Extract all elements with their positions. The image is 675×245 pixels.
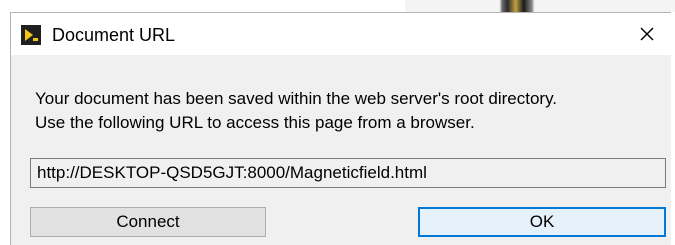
message-line-1: Your document has been saved within the … xyxy=(35,89,558,108)
message-text: Your document has been saved within the … xyxy=(35,87,655,135)
close-icon xyxy=(640,27,654,41)
background-window-edge-right xyxy=(671,12,675,245)
url-field[interactable]: http://DESKTOP-QSD5GJT:8000/Magneticfiel… xyxy=(30,158,666,188)
labview-icon xyxy=(21,25,41,45)
document-url-dialog: Document URL Your document has been save… xyxy=(10,12,671,245)
close-button[interactable] xyxy=(623,13,671,55)
connect-button[interactable]: Connect xyxy=(30,207,266,237)
title-bar[interactable]: Document URL xyxy=(11,13,671,55)
window-title: Document URL xyxy=(52,25,176,45)
background-window-content xyxy=(405,0,675,12)
ok-button[interactable]: OK xyxy=(418,207,666,237)
message-line-2: Use the following URL to access this pag… xyxy=(35,113,475,132)
background-window-edge xyxy=(0,12,10,245)
